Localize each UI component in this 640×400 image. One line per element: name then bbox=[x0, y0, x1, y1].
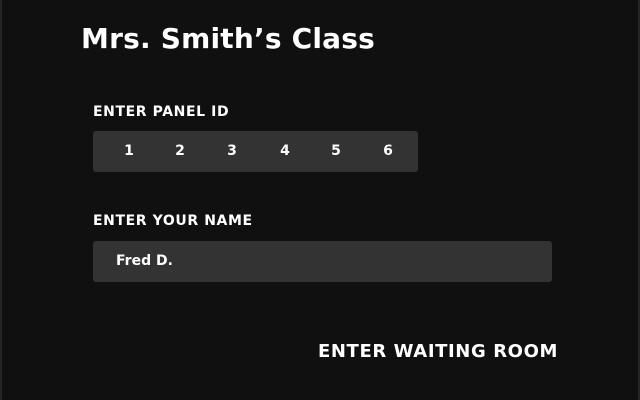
name-input[interactable]: Fred D. bbox=[93, 241, 552, 282]
panel-id-label: ENTER PANEL ID bbox=[93, 104, 230, 120]
panel-id-digit-5[interactable]: 5 bbox=[324, 131, 348, 172]
panel-id-digit-4[interactable]: 4 bbox=[273, 131, 297, 172]
panel-id-field[interactable]: 1 2 3 4 5 6 bbox=[93, 131, 418, 172]
enter-waiting-room-button[interactable]: ENTER WAITING ROOM bbox=[272, 335, 604, 369]
panel-id-digit-1[interactable]: 1 bbox=[117, 131, 141, 172]
app-window: Mrs. Smith’s Class ENTER PANEL ID 1 2 3 … bbox=[0, 0, 640, 400]
panel-id-digit-3[interactable]: 3 bbox=[220, 131, 244, 172]
name-label: ENTER YOUR NAME bbox=[93, 213, 253, 229]
panel-id-digit-2[interactable]: 2 bbox=[168, 131, 192, 172]
page-title: Mrs. Smith’s Class bbox=[81, 22, 376, 55]
panel-id-digit-6[interactable]: 6 bbox=[376, 131, 400, 172]
